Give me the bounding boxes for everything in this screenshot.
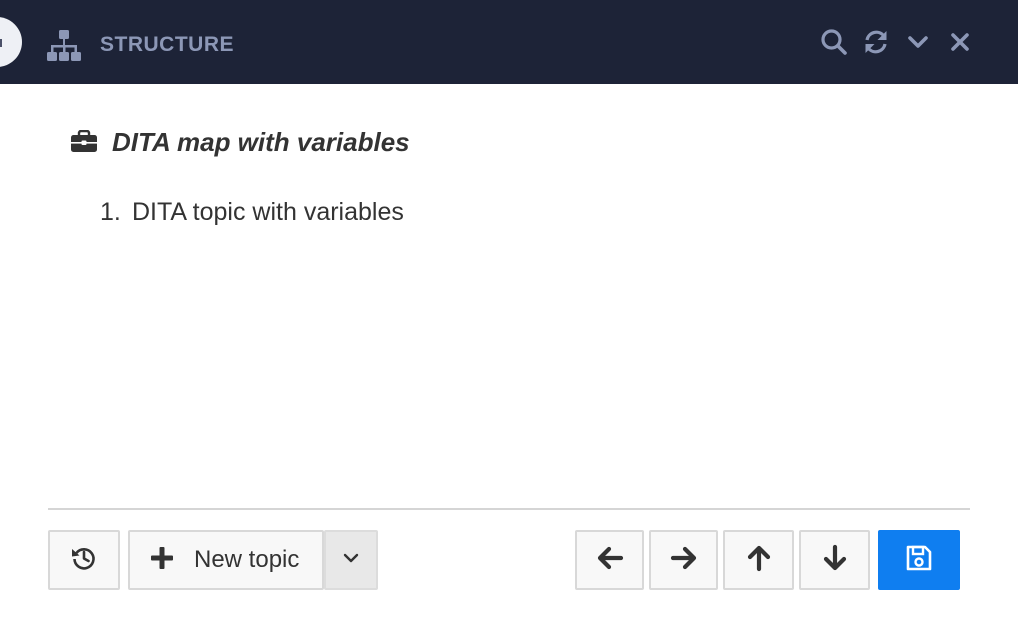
briefcase-icon (70, 129, 98, 154)
search-button[interactable] (820, 27, 848, 57)
refresh-button[interactable] (862, 27, 890, 57)
panel-title: STRUCTURE (100, 33, 234, 56)
save-icon (905, 544, 933, 577)
avatar[interactable] (0, 17, 22, 67)
topic-number: 1. (100, 198, 121, 226)
arrow-down-icon (822, 544, 848, 577)
topic-title: DITA topic with variables (132, 198, 404, 226)
map-node[interactable]: DITA map with variables (70, 124, 410, 160)
chevron-down-icon (342, 549, 360, 572)
avatar-mark (0, 39, 2, 47)
new-topic-label: New topic (194, 546, 300, 573)
arrow-up-icon (746, 544, 772, 577)
collapse-button[interactable] (904, 27, 932, 57)
move-up-button[interactable] (723, 530, 794, 590)
arrow-left-icon (596, 545, 624, 576)
close-button[interactable] (946, 27, 974, 57)
plus-icon (150, 546, 174, 575)
refresh-icon (862, 28, 890, 56)
history-icon (70, 544, 98, 577)
chevron-down-icon (905, 29, 931, 55)
header-actions (820, 26, 974, 58)
move-right-button[interactable] (649, 530, 718, 590)
close-icon (948, 30, 972, 54)
panel-header: STRUCTURE (0, 0, 1018, 84)
new-topic-dropdown-button[interactable] (324, 530, 378, 590)
history-button[interactable] (48, 530, 120, 590)
sitemap-icon (47, 30, 81, 62)
divider (48, 508, 970, 510)
structure-panel: STRUCTURE DITA map with variables 1. DIT… (0, 0, 1018, 620)
map-title: DITA map with variables (112, 126, 410, 157)
search-icon (820, 28, 848, 56)
list-item[interactable]: 1. DITA topic with variables (100, 198, 404, 227)
move-left-button[interactable] (575, 530, 644, 590)
new-topic-button[interactable]: New topic (128, 530, 324, 590)
save-button[interactable] (878, 530, 960, 590)
topic-list: 1. DITA topic with variables (100, 198, 404, 227)
move-down-button[interactable] (799, 530, 870, 590)
arrow-right-icon (670, 545, 698, 576)
